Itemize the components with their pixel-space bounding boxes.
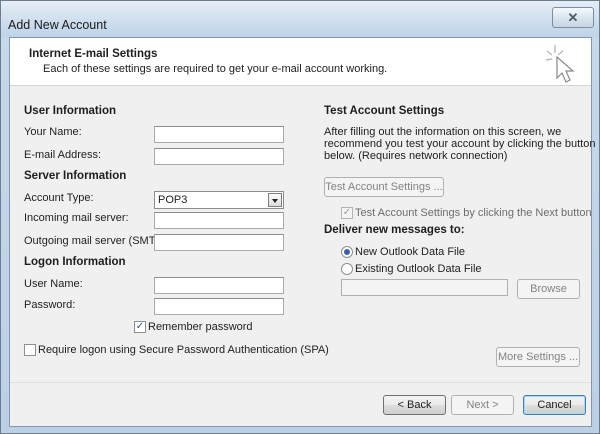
password-input[interactable] (154, 298, 284, 315)
email-address-label: E-mail Address: (24, 149, 102, 161)
close-button[interactable]: ✕ (552, 7, 594, 28)
email-address-input[interactable] (154, 148, 284, 165)
server-info-heading: Server Information (24, 170, 127, 182)
test-description-line-3: below. (Requires network connection) (324, 150, 508, 162)
outgoing-server-label: Outgoing mail server (SMTP): (24, 235, 170, 247)
back-button[interactable]: < Back (383, 395, 446, 415)
window-title: Add New Account (8, 18, 107, 32)
chevron-down-icon[interactable] (268, 193, 282, 207)
header-band: Internet E-mail Settings Each of these s… (10, 38, 591, 86)
your-name-label: Your Name: (24, 126, 82, 138)
remember-password-label: Remember password (148, 321, 253, 333)
auto-test-checkbox[interactable]: ✓ (341, 207, 353, 219)
password-label: Password: (24, 299, 76, 311)
user-name-label: User Name: (24, 278, 83, 290)
incoming-server-label: Incoming mail server: (24, 212, 129, 224)
account-type-select[interactable]: POP3 (154, 191, 284, 209)
new-data-file-label: New Outlook Data File (355, 246, 466, 258)
cancel-button[interactable]: Cancel (523, 395, 586, 415)
your-name-input[interactable] (154, 126, 284, 143)
title-bar: Add New Account ✕ (1, 1, 599, 37)
user-name-input[interactable] (154, 277, 284, 294)
checkmark-icon: ✓ (342, 207, 352, 218)
logon-info-heading: Logon Information (24, 256, 126, 268)
account-type-label: Account Type: (24, 192, 94, 204)
new-data-file-radio[interactable] (341, 246, 353, 258)
existing-data-file-path[interactable] (341, 279, 508, 296)
browse-button[interactable]: Browse (517, 279, 580, 299)
sparkle-cursor-icon (545, 45, 575, 83)
test-account-settings-button[interactable]: Test Account Settings ... (324, 177, 444, 197)
page-subtitle: Each of these settings are required to g… (43, 63, 388, 75)
account-type-value: POP3 (158, 194, 188, 206)
page-title: Internet E-mail Settings (29, 48, 158, 60)
checkmark-icon: ✓ (135, 321, 145, 332)
divider (10, 382, 591, 383)
test-description-line-1: After filling out the information on thi… (324, 126, 562, 138)
more-settings-button[interactable]: More Settings ... (496, 347, 580, 367)
add-account-window: Add New Account ✕ Internet E-mail Settin… (0, 0, 600, 434)
close-icon: ✕ (567, 10, 579, 25)
remember-password-checkbox[interactable]: ✓ (134, 321, 146, 333)
outgoing-server-input[interactable] (154, 234, 284, 251)
existing-data-file-label: Existing Outlook Data File (355, 263, 482, 275)
next-button[interactable]: Next > (451, 395, 514, 415)
dialog-client-area: Internet E-mail Settings Each of these s… (9, 37, 596, 427)
user-info-heading: User Information (24, 105, 117, 117)
incoming-server-input[interactable] (154, 212, 284, 229)
spa-label: Require logon using Secure Password Auth… (38, 344, 329, 356)
existing-data-file-radio[interactable] (341, 263, 353, 275)
spa-checkbox[interactable] (24, 344, 36, 356)
deliver-messages-heading: Deliver new messages to: (324, 224, 465, 236)
auto-test-label: Test Account Settings by clicking the Ne… (355, 207, 592, 219)
test-description-line-2: recommend you test your account by click… (324, 138, 596, 150)
test-settings-heading: Test Account Settings (324, 105, 445, 117)
